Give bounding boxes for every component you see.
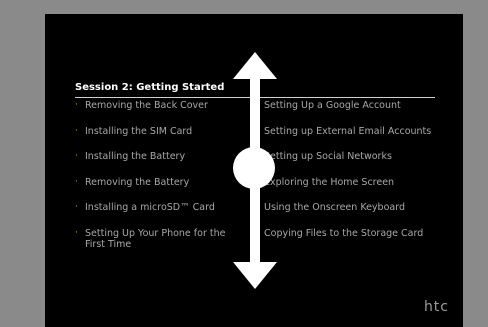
list-item: Setting up External Email Accounts [264, 125, 432, 137]
list-item: · Setting Up Your Phone for the First Tim… [75, 227, 226, 250]
bullet-icon: · [75, 202, 78, 212]
list-item: · Removing the Back Cover [75, 100, 208, 111]
slide-title: Session 2: Getting Started [75, 82, 225, 93]
htc-logo: htc [423, 299, 449, 315]
list-item: Copying Files to the Storage Card [264, 227, 424, 239]
list-item: · Installing a microSD™ Card [75, 202, 215, 213]
list-item: Setting up Social Networks [264, 151, 392, 162]
list-item: Using the Onscreen Keyboard [264, 202, 405, 213]
bullet-icon: · [75, 176, 78, 187]
bullet-icon: · [75, 125, 78, 136]
list-item: · Removing the Battery [75, 176, 190, 188]
bullet-icon: · [75, 100, 78, 110]
bullet-icon: · [75, 227, 78, 238]
list-item: Exploring the Home Screen [264, 176, 395, 188]
right-topic-list: Setting Up a Google Account Setting up E… [264, 100, 444, 253]
list-item: Setting Up a Google Account [264, 100, 401, 111]
left-topic-list: · Removing the Back Cover · Installing the… [75, 100, 243, 253]
bullet-icon: · [75, 151, 78, 161]
list-item: · Installing the Battery [75, 151, 186, 162]
scroll-handle[interactable] [233, 147, 275, 189]
list-item: · Installing the SIM Card [75, 125, 193, 137]
